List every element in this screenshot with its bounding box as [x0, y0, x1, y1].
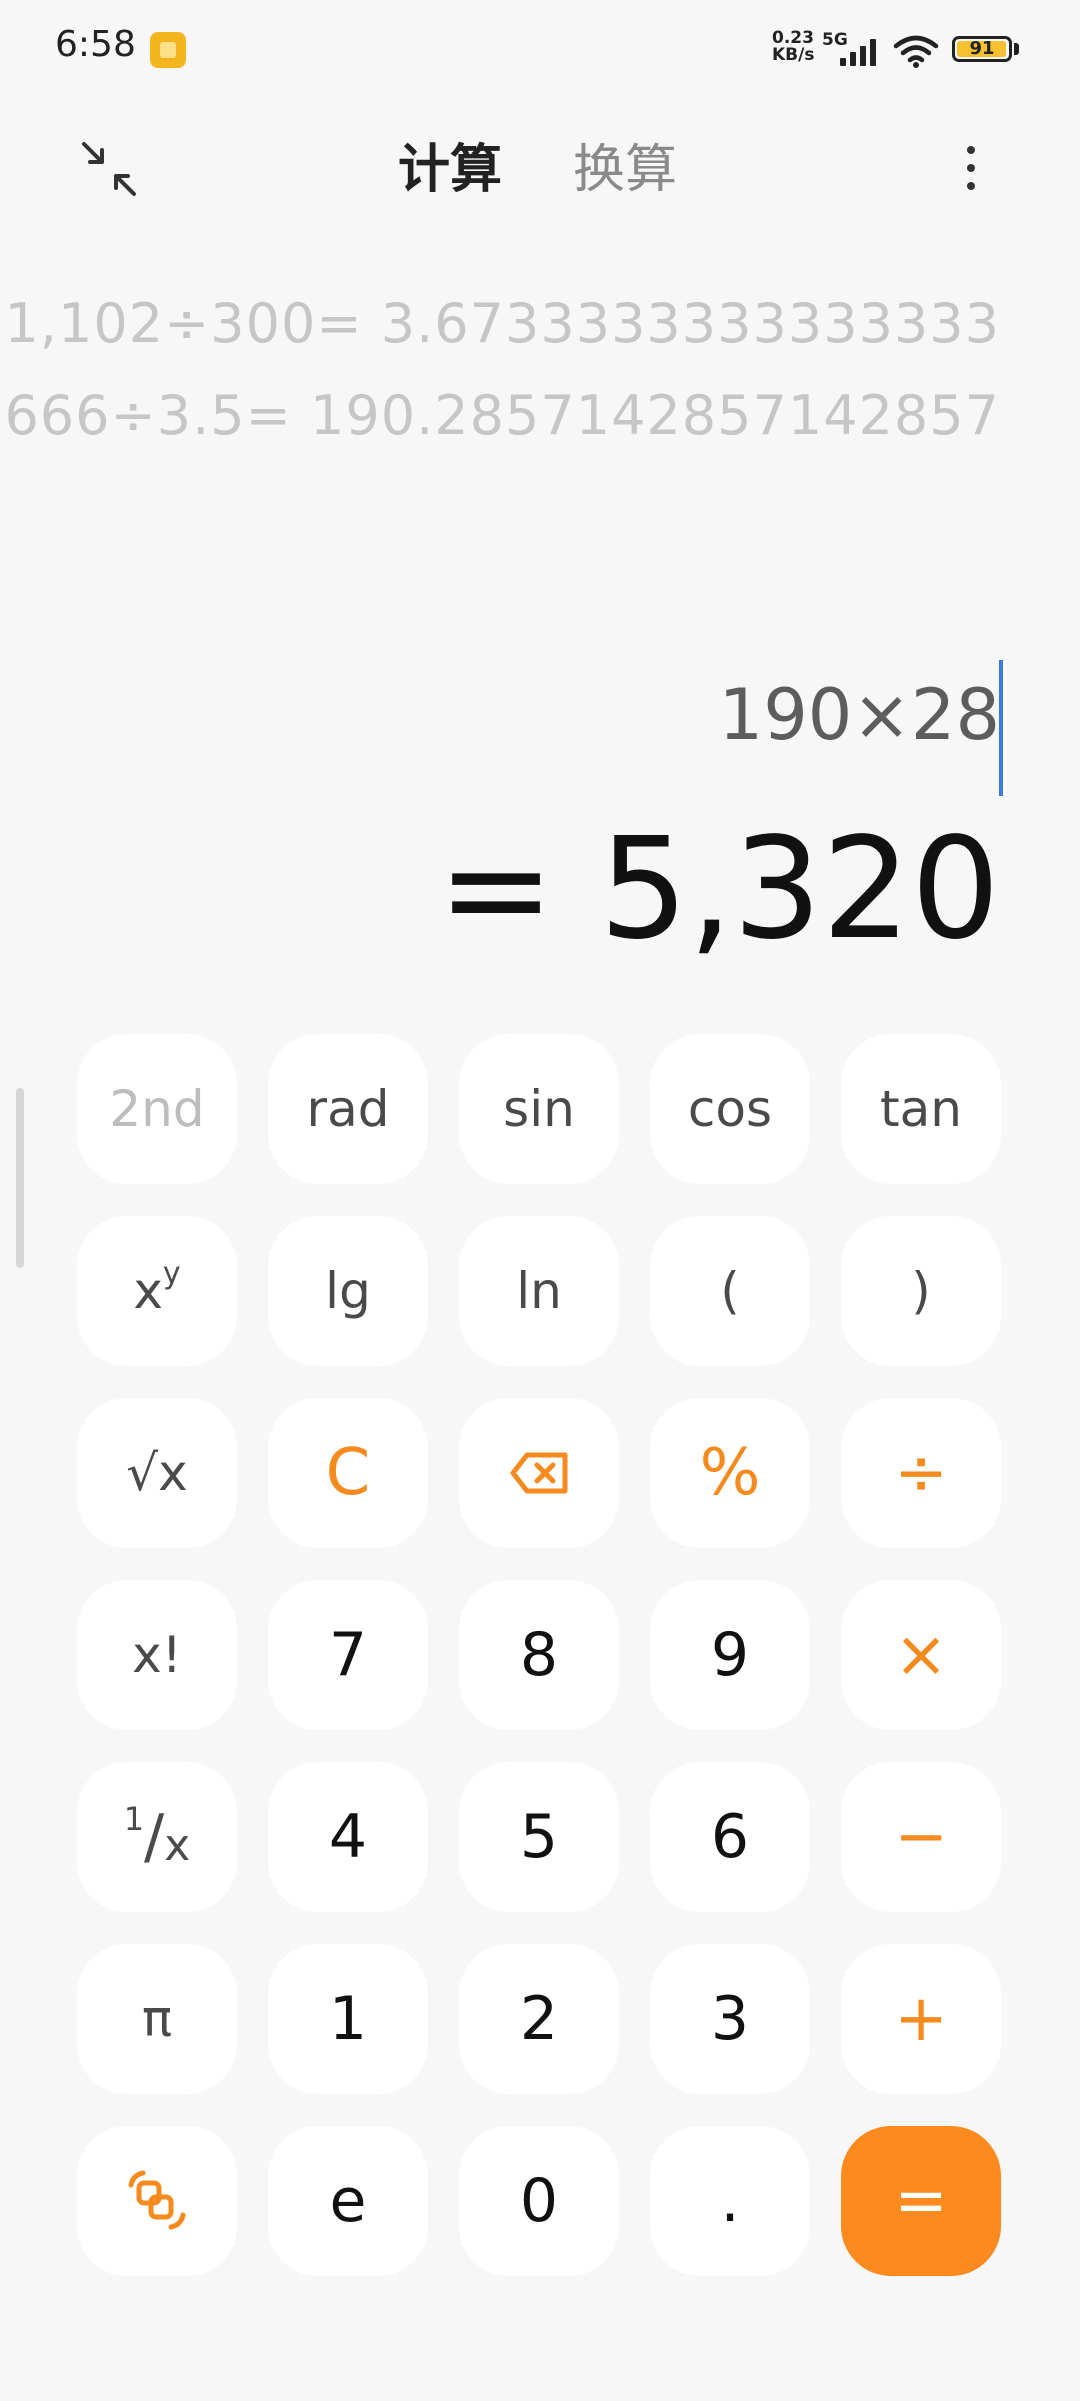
status-bar: 6:58 0.23 KB/s 5G 91: [0, 0, 1080, 100]
key-7[interactable]: 7: [268, 1580, 428, 1730]
key-8[interactable]: 8: [459, 1580, 619, 1730]
network-speed-unit: KB/s: [772, 45, 815, 65]
key-reciprocal-slash: /: [144, 1802, 165, 1872]
key-sin[interactable]: sin: [459, 1034, 619, 1184]
key-left-paren[interactable]: (: [650, 1216, 810, 1366]
key-minus[interactable]: −: [841, 1762, 1001, 1912]
key-power-exponent: y: [162, 1255, 181, 1291]
text-cursor: [999, 660, 1003, 796]
key-clear[interactable]: C: [268, 1398, 428, 1548]
network-speed: 0.23 KB/s: [772, 30, 814, 64]
expression-display[interactable]: 190×28: [719, 660, 1003, 800]
key-reciprocal-numerator: 1: [123, 1800, 145, 1838]
key-divide[interactable]: ÷: [841, 1398, 1001, 1548]
key-percent[interactable]: %: [650, 1398, 810, 1548]
key-switch-mode[interactable]: [77, 2126, 237, 2276]
key-cos[interactable]: cos: [650, 1034, 810, 1184]
battery-level: 91: [969, 38, 995, 59]
key-ln[interactable]: ln: [459, 1216, 619, 1366]
key-plus[interactable]: +: [841, 1944, 1001, 2094]
expression-text[interactable]: 190×28: [719, 660, 1000, 770]
key-2[interactable]: 2: [459, 1944, 619, 2094]
key-pi[interactable]: π: [77, 1944, 237, 2094]
more-options-icon[interactable]: [940, 136, 1000, 200]
key-power[interactable]: xy: [77, 1216, 237, 1366]
key-1[interactable]: 1: [268, 1944, 428, 2094]
key-backspace[interactable]: [459, 1398, 619, 1548]
calculation-history: 1,102÷300= 3.6733333333333333 666÷3.5= 1…: [4, 278, 1000, 462]
mode-tabs: 计算 换算: [0, 130, 1080, 210]
key-right-paren[interactable]: ): [841, 1216, 1001, 1366]
history-item[interactable]: 1,102÷300= 3.6733333333333333: [4, 278, 1000, 370]
tab-calculate[interactable]: 计算: [398, 130, 502, 210]
key-2nd[interactable]: 2nd: [77, 1034, 237, 1184]
result-display: = 5,320: [437, 808, 1000, 971]
key-4[interactable]: 4: [268, 1762, 428, 1912]
key-decimal[interactable]: .: [650, 2126, 810, 2276]
swap-mode-icon: [128, 2170, 186, 2230]
key-reciprocal-denominator: x: [164, 1819, 191, 1871]
backspace-icon: [510, 1452, 568, 1494]
key-sqrt[interactable]: √x: [77, 1398, 237, 1548]
history-item[interactable]: 666÷3.5= 190.2857142857142857: [4, 370, 1000, 462]
signal-icon: [838, 38, 882, 66]
key-equals[interactable]: =: [841, 2126, 1001, 2276]
battery-tip: [1014, 43, 1019, 55]
key-0[interactable]: 0: [459, 2126, 619, 2276]
key-rad[interactable]: rad: [268, 1034, 428, 1184]
key-3[interactable]: 3: [650, 1944, 810, 2094]
key-9[interactable]: 9: [650, 1580, 810, 1730]
key-reciprocal[interactable]: 1/x: [77, 1762, 237, 1912]
wifi-icon: [893, 35, 939, 68]
notification-app-icon: [150, 32, 186, 68]
key-power-base: x: [133, 1262, 163, 1320]
key-e[interactable]: e: [268, 2126, 428, 2276]
keypad: 2nd rad sin cos tan xy lg ln ( ) √x C % …: [77, 1034, 1002, 2284]
tab-convert[interactable]: 换算: [573, 130, 677, 210]
key-5[interactable]: 5: [459, 1762, 619, 1912]
side-drag-handle[interactable]: [16, 1088, 24, 1268]
status-time: 6:58: [55, 24, 136, 65]
key-multiply[interactable]: ×: [841, 1580, 1001, 1730]
key-tan[interactable]: tan: [841, 1034, 1001, 1184]
key-6[interactable]: 6: [650, 1762, 810, 1912]
battery-icon: 91: [952, 36, 1012, 62]
key-factorial[interactable]: x!: [77, 1580, 237, 1730]
key-lg[interactable]: lg: [268, 1216, 428, 1366]
